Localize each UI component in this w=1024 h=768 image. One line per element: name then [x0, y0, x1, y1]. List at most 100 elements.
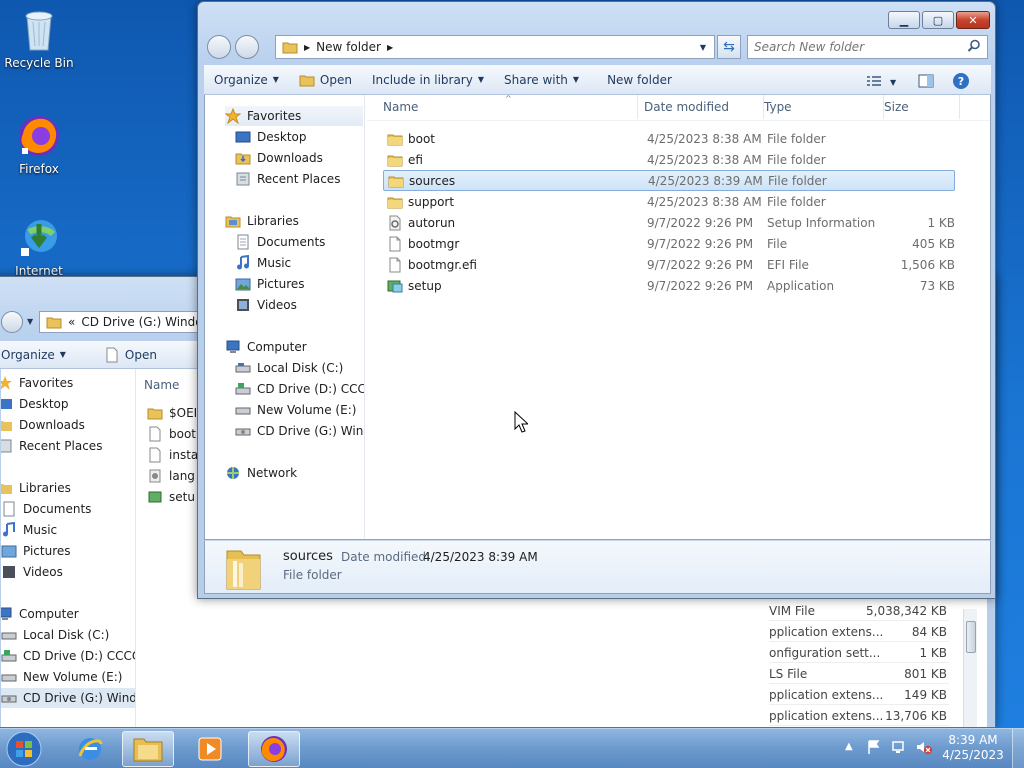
file-row[interactable]: boot 4/25/2023 8:38 AM File folder — [383, 128, 955, 149]
back-nav-new-volume[interactable]: New Volume (E:) — [1, 667, 122, 687]
file-row[interactable]: bootmgr.efi 9/7/2022 9:26 PM EFI File 1,506… — [383, 254, 955, 275]
back-nav-cd-g[interactable]: CD Drive (G:) Windo — [1, 688, 135, 708]
close-button[interactable]: ✕ — [956, 11, 990, 29]
search-input[interactable] — [748, 36, 963, 58]
back-open-button[interactable]: Open — [76, 341, 167, 368]
clock-time: 8:39 AM — [948, 733, 998, 747]
back-nav-documents[interactable]: Documents — [1, 499, 91, 519]
column-date-modified[interactable]: Date modified — [644, 95, 764, 119]
back-nav-music[interactable]: Music — [1, 520, 57, 540]
action-center-flag-icon[interactable] — [866, 739, 882, 758]
nav-downloads[interactable]: Downloads — [235, 148, 323, 168]
show-hidden-icons-icon[interactable]: ▲ — [845, 741, 853, 752]
breadcrumb-overflow[interactable]: « — [68, 315, 75, 329]
back-nav-button[interactable] — [1, 311, 23, 333]
breadcrumb-arrow-icon[interactable]: ▶ — [304, 43, 310, 52]
back-file-row[interactable]: boot — [147, 424, 196, 444]
nav-local-disk[interactable]: Local Disk (C:) — [235, 358, 343, 378]
view-chevron-down-icon[interactable]: ▼ — [890, 78, 896, 87]
nav-network[interactable]: Network — [225, 463, 297, 483]
search-box[interactable] — [747, 35, 988, 59]
column-size[interactable]: Size — [884, 95, 960, 119]
back-nav-downloads[interactable]: Downloads — [1, 415, 85, 435]
file-row[interactable]: bootmgr 9/7/2022 9:26 PM File 405 KB — [383, 233, 955, 254]
back-nav-desktop[interactable]: Desktop — [1, 394, 69, 414]
nav-computer[interactable]: Computer — [225, 337, 307, 357]
back-nav-local-disk[interactable]: Local Disk (C:) — [1, 625, 109, 645]
help-icon[interactable]: ? — [952, 72, 970, 93]
back-nav-libraries[interactable]: Libraries — [1, 478, 71, 498]
back-nav-recent[interactable]: Recent Places — [1, 436, 102, 456]
nav-videos[interactable]: Videos — [235, 295, 297, 315]
file-row[interactable]: autorun 9/7/2022 9:26 PM Setup Information… — [383, 212, 955, 233]
back-file-detail-row[interactable]: pplication extens... 149 KB — [769, 685, 949, 705]
nav-desktop[interactable]: Desktop — [235, 127, 307, 147]
breadcrumb-item[interactable]: New folder — [316, 40, 381, 54]
preview-pane-icon[interactable] — [918, 74, 934, 91]
back-nav-cd-d[interactable]: CD Drive (D:) CCCOI — [1, 646, 135, 666]
file-row[interactable]: sources 4/25/2023 8:39 AM File folder — [383, 170, 955, 191]
back-file-row[interactable]: $OEI — [147, 403, 197, 423]
nav-recent-places[interactable]: Recent Places — [235, 169, 340, 189]
search-icon[interactable] — [967, 39, 981, 56]
address-bar[interactable]: ▶ New folder ▶ ▼ — [275, 35, 715, 59]
back-file-detail-row[interactable]: LS File 801 KB — [769, 664, 949, 684]
address-history-chevron-icon[interactable]: ▼ — [700, 43, 706, 52]
taskbar-firefox[interactable] — [248, 731, 300, 767]
view-list-icon[interactable] — [866, 74, 882, 91]
back-file-detail-row[interactable]: pplication extens... 13,706 KB — [769, 706, 949, 726]
desktop-icon-internet[interactable]: Internet — [1, 214, 77, 278]
file-row[interactable]: setup 9/7/2022 9:26 PM Application 73 KB — [383, 275, 955, 296]
share-with-button[interactable]: Share with ▼ — [494, 65, 589, 94]
back-nav-videos[interactable]: Videos — [1, 562, 63, 582]
back-file-row[interactable]: lang — [147, 466, 195, 486]
back-nav-pictures[interactable]: Pictures — [1, 541, 71, 561]
back-file-row[interactable]: insta — [147, 445, 198, 465]
front-explorer-window[interactable]: ▁ ▢ ✕ ▶ New folder ▶ ▼ ⇆ Organize ▼ Open … — [197, 1, 996, 599]
back-button[interactable] — [207, 35, 231, 59]
desktop-icon-recycle-bin[interactable]: Recycle Bin — [1, 6, 77, 70]
taskbar-explorer[interactable] — [122, 731, 174, 767]
nav-favorites[interactable]: Favorites — [225, 106, 363, 126]
back-file-detail-row[interactable]: VIM File 5,038,342 KB — [769, 601, 949, 621]
back-scrollbar[interactable] — [963, 609, 977, 727]
taskbar-internet-explorer[interactable] — [64, 731, 116, 767]
file-row[interactable]: support 4/25/2023 8:38 AM File folder — [383, 191, 955, 212]
back-nav-favorites[interactable]: Favorites — [1, 373, 73, 393]
include-in-library-button[interactable]: Include in library ▼ — [362, 65, 494, 94]
back-file-row[interactable]: setu — [147, 487, 195, 507]
recent-pages-chevron-icon[interactable]: ▼ — [27, 317, 33, 326]
nav-new-volume[interactable]: New Volume (E:) — [235, 400, 356, 420]
open-button[interactable]: Open — [289, 65, 362, 94]
back-nav-computer[interactable]: Computer — [1, 604, 79, 624]
start-button[interactable] — [4, 730, 44, 768]
show-desktop-button[interactable] — [1012, 729, 1024, 768]
nav-cd-drive-g[interactable]: CD Drive (G:) Windo — [235, 421, 364, 441]
back-address-bar[interactable]: « CD Drive (G:) Windo — [39, 311, 201, 333]
back-column-name[interactable]: Name — [144, 373, 179, 397]
desktop-icon-firefox[interactable]: Firefox — [1, 112, 77, 176]
taskbar-media-player[interactable] — [184, 731, 236, 767]
system-clock[interactable]: 8:39 AM 4/25/2023 — [942, 733, 1004, 763]
nav-pictures[interactable]: Pictures — [235, 274, 305, 294]
back-file-detail-row[interactable]: onfiguration sett... 1 KB — [769, 643, 949, 663]
breadcrumb-arrow-icon[interactable]: ▶ — [387, 43, 393, 52]
nav-libraries[interactable]: Libraries — [225, 211, 299, 231]
volume-muted-icon[interactable] — [915, 739, 933, 758]
nav-cd-drive-d[interactable]: CD Drive (D:) CCCOI — [235, 379, 364, 399]
file-row[interactable]: efi 4/25/2023 8:38 AM File folder — [383, 149, 955, 170]
network-tray-icon[interactable] — [891, 739, 907, 758]
forward-button[interactable] — [235, 35, 259, 59]
nav-music[interactable]: Music — [235, 253, 291, 273]
organize-button[interactable]: Organize ▼ — [204, 65, 289, 94]
refresh-button[interactable]: ⇆ — [717, 35, 741, 59]
column-type[interactable]: Type — [764, 95, 884, 119]
maximize-button[interactable]: ▢ — [922, 11, 954, 29]
scroll-thumb[interactable] — [966, 621, 976, 653]
back-organize-button[interactable]: Organize ▼ — [0, 341, 76, 368]
back-file-detail-row[interactable]: pplication extens... 84 KB — [769, 622, 949, 642]
new-folder-button[interactable]: New folder — [589, 65, 682, 94]
nav-documents[interactable]: Documents — [235, 232, 325, 252]
column-name[interactable]: Name — [383, 95, 638, 119]
minimize-button[interactable]: ▁ — [888, 11, 920, 29]
